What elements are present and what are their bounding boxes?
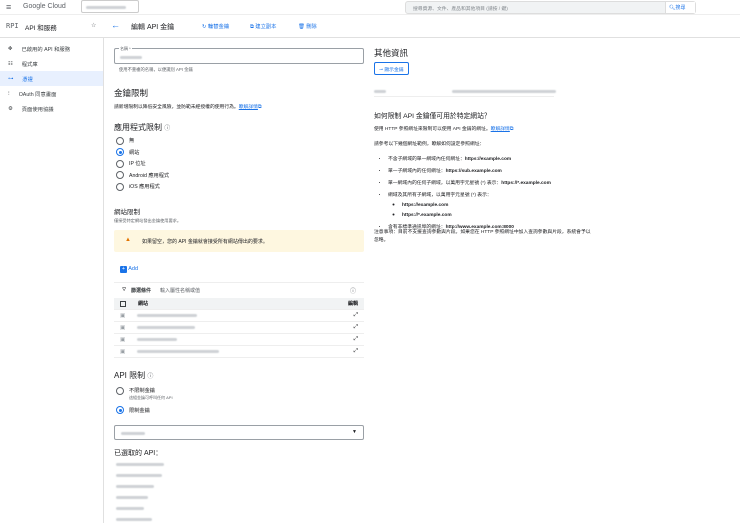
key-icon: ⊶ xyxy=(8,75,14,82)
radio-ios[interactable]: iOS 應用程式 xyxy=(116,181,169,193)
page-title: 編輯 API 金鑰 xyxy=(131,24,175,31)
filter-bar[interactable]: ⛛ 篩選條件 輸入屬性名稱或值 ⓘ xyxy=(114,282,364,295)
radio-ip[interactable]: IP 位址 xyxy=(116,158,169,170)
name-field[interactable]: 名稱 * xyxy=(114,46,364,64)
oauth-icon: ⁝ xyxy=(8,90,10,97)
sidebar-item-oauth[interactable]: ⁝ OAuth 同意畫面 xyxy=(0,86,103,101)
table-row: ▣ ⤢ xyxy=(114,310,364,322)
library-icon: ☷ xyxy=(8,60,13,67)
row-checkbox[interactable]: ▣ xyxy=(120,313,125,319)
examples-list: 不含子網域的單一網域內任何網址：https://example.com 單一子網… xyxy=(378,150,598,235)
other-info-title: 其他資訊 xyxy=(374,48,409,58)
rotate-key-button[interactable]: ↻ 輪替金鑰 xyxy=(202,22,229,30)
howto-title: 如何限制 API 金鑰僅可用於特定網站？ xyxy=(374,113,491,120)
help-icon[interactable]: ⓘ xyxy=(147,374,153,380)
website-restrictions-desc: 僅接受特定網站發出金鑰使用要求。 xyxy=(114,218,182,223)
sidebar-item-credentials[interactable]: ⊶ 憑證 xyxy=(0,71,103,86)
product-title: API 和服務 xyxy=(25,25,57,32)
example-item: 單一網域內的任何子網域，以萬用字元星號 (*) 表示：https://*.exa… xyxy=(388,179,598,186)
warning-icon: ▲ xyxy=(125,237,131,243)
example-item: 單一子網域內的任何網址：https://sub.example.com xyxy=(388,167,598,174)
api-restrictions-title: API 限制 ⓘ xyxy=(114,371,154,380)
api-icon: RPI xyxy=(6,22,19,30)
examples-intro: 請參考以下幾個網址範例，瞭解如何設定參照網址： xyxy=(374,142,485,147)
settings-icon: ⚙ xyxy=(8,105,13,112)
sidebar-item-enabled-apis[interactable]: ✥ 已啟用的 API 和服務 xyxy=(0,41,103,56)
top-bar: ≡ Google Cloud 搜尋資源、文件、產品和其他項目 (請按 / 鍵) … xyxy=(0,0,740,15)
dropdown-arrow-icon: ▼ xyxy=(352,429,357,435)
plus-icon: + xyxy=(120,266,127,273)
table-header: 網站 編輯 xyxy=(114,298,364,310)
edit-icon[interactable]: ⤢ xyxy=(354,324,358,331)
selected-apis-title: 已選取的 API： xyxy=(114,450,163,457)
row-checkbox[interactable]: ▣ xyxy=(120,337,125,343)
example-item: 網域及其所有子網域，以萬用字元星號 (*) 表示： https://exampl… xyxy=(388,191,598,218)
sidebar: ✥ 已啟用的 API 和服務 ☷ 程式庫 ⊶ 憑證 ⁝ OAuth 同意畫面 ⚙ 頁面使用… xyxy=(0,38,104,523)
show-key-button[interactable]: ⊸ 顯示金鑰 xyxy=(374,62,409,75)
star-icon[interactable]: ☆ xyxy=(91,22,96,29)
menu-icon[interactable]: ≡ xyxy=(6,2,11,12)
external-link-icon: ⧉ xyxy=(509,127,514,132)
howto-learn-more-link[interactable]: 瞭解詳情 xyxy=(491,127,510,132)
radio-restrict[interactable]: 限制金鑰 xyxy=(116,405,155,417)
api-restriction-radios: 不限制金鑰 這組金鑰可呼叫任何 API 限制金鑰 xyxy=(116,385,173,417)
copy-button[interactable]: ⧉ 建立副本 xyxy=(250,22,276,31)
table-row: ▣ ⤢ xyxy=(114,322,364,334)
radio-websites[interactable]: 網站 xyxy=(116,147,169,159)
app-restriction-radios: 無 網站 IP 位址 Android 應用程式 iOS 應用程式 xyxy=(116,135,169,193)
table-row: ▣ ⤢ xyxy=(114,334,364,346)
help-icon[interactable]: ⓘ xyxy=(350,286,356,295)
trash-icon: 🗑︎ xyxy=(298,24,307,30)
radio-none[interactable]: 無 xyxy=(116,135,169,147)
row-checkbox[interactable]: ▣ xyxy=(120,325,125,331)
api-key-row xyxy=(374,88,556,97)
table-row: ▣ ⤢ xyxy=(114,346,364,358)
example-item: 不含子網域的單一網域內任何網址：https://example.com xyxy=(388,155,598,162)
learn-more-link[interactable]: 瞭解詳情 xyxy=(239,105,258,110)
project-picker[interactable] xyxy=(81,0,139,13)
selected-apis-list xyxy=(116,463,176,521)
key-restrictions-title: 金鑰限制 xyxy=(114,88,149,98)
filter-icon: ⛛ xyxy=(122,287,127,293)
row-checkbox[interactable]: ▣ xyxy=(120,349,125,355)
page-header: RPI API 和服務 ☆ ← 編輯 API 金鑰 ↻ 輪替金鑰 ⧉ 建立副本 … xyxy=(0,16,740,38)
note-text: 注意事項：目前不支援查詢參數與片段。如果您在 HTTP 參照網址中加入查詢參數與… xyxy=(374,230,591,243)
website-restrictions-title: 網站限制 xyxy=(114,209,140,216)
app-restrictions-title: 應用程式限制 ⓘ xyxy=(114,123,171,132)
sidebar-item-library[interactable]: ☷ 程式庫 xyxy=(0,56,103,71)
brand-logo[interactable]: Google Cloud xyxy=(23,3,66,10)
name-hint: 使用不重複的名稱，以便識別 API 金鑰 xyxy=(119,67,193,72)
key-restrictions-desc: 請新增限制以降低安全風險，並防範未經授權的使用行為。 xyxy=(114,105,239,110)
websites-table: 網站 編輯 ▣ ⤢ ▣ ⤢ ▣ ⤢ ▣ ⤢ xyxy=(114,298,364,358)
add-button[interactable]: + Add xyxy=(120,266,138,273)
search-input[interactable]: 搜尋資源、文件、產品和其他項目 (請按 / 鍵) 🔍︎搜尋 xyxy=(405,1,696,14)
howto-desc: 使用 HTTP 參照網址來限制可以使用 API 金鑰的網址。 xyxy=(374,127,491,132)
api-select-dropdown[interactable]: ▼ xyxy=(114,425,364,440)
diamond-icon: ✥ xyxy=(8,45,13,52)
search-button[interactable]: 🔍︎搜尋 xyxy=(665,2,695,13)
external-link-icon: ⧉ xyxy=(257,105,262,110)
delete-button[interactable]: 🗑︎ 刪除 xyxy=(298,22,317,30)
help-icon[interactable]: ⓘ xyxy=(164,126,170,132)
edit-icon[interactable]: ⤢ xyxy=(354,312,358,319)
edit-icon[interactable]: ⤢ xyxy=(354,336,358,343)
select-all-checkbox[interactable] xyxy=(120,300,126,307)
sidebar-item-page-agreements[interactable]: ⚙ 頁面使用協議 xyxy=(0,101,103,116)
edit-icon[interactable]: ⤢ xyxy=(354,348,358,355)
radio-android[interactable]: Android 應用程式 xyxy=(116,170,169,182)
back-arrow-icon[interactable]: ← xyxy=(111,20,120,30)
warning-banner: ▲ 如果留空，您的 API 金鑰就會接受所有網站傳出的要求。 xyxy=(114,230,364,252)
